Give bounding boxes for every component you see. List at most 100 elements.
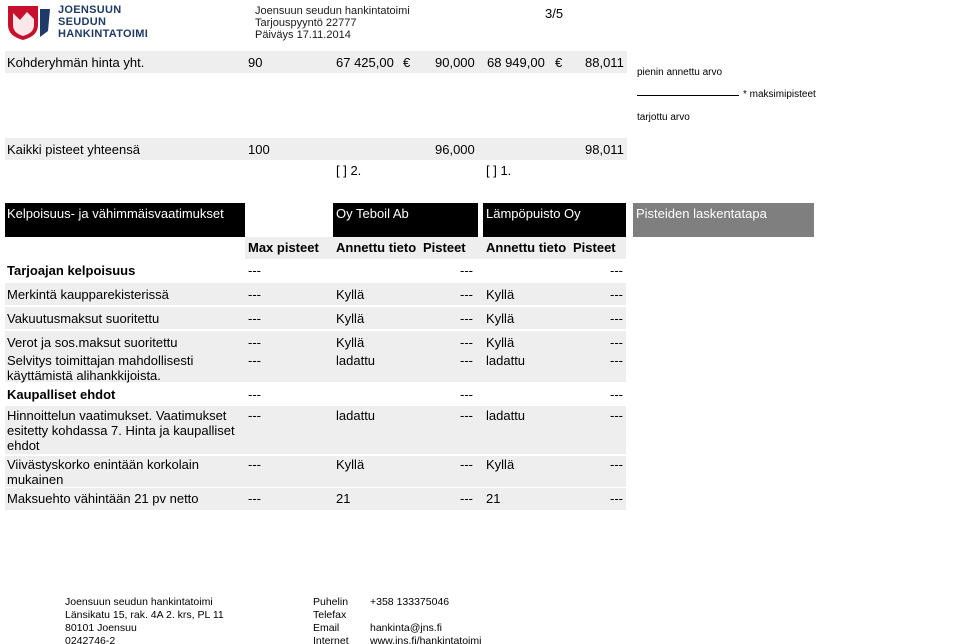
max-points-header: Max pisteet (248, 240, 319, 255)
requirement-row: Merkintä kaupparekisterissä --- Kyllä --… (5, 283, 626, 305)
requirement-max: --- (248, 491, 261, 506)
requirement-points-2: --- (610, 408, 623, 423)
total-points-1: 96,000 (435, 142, 475, 157)
footer-email-link[interactable]: hankinta@jns.fi (370, 622, 481, 635)
requirements-title: Kelpoisuus- ja vähimmäisvaatimukset (5, 203, 245, 237)
requirement-given-1: Kyllä (336, 311, 365, 326)
requirement-row: Selvitys toimittajan mahdollisesti käytt… (5, 352, 626, 383)
requirement-given-2: ladattu (486, 408, 526, 423)
logo-line-2: SEUDUN (58, 16, 107, 28)
requirement-points-1: --- (460, 457, 473, 472)
header-date: Päiväys 17.11.2014 (255, 29, 351, 41)
requirement-given-1: Kyllä (336, 335, 365, 350)
formula-multiplier: * maksimipisteet (743, 89, 816, 100)
group-price-points-1: 90,000 (435, 55, 475, 70)
supplier-2-name: Lämpöpuisto Oy (483, 203, 626, 237)
requirement-given-2: Kyllä (486, 335, 515, 350)
requirement-points-1: --- (460, 491, 473, 506)
supplier-1-name: Oy Teboil Ab (333, 203, 478, 237)
group-price-label: Kohderyhmän hinta yht. (7, 55, 145, 70)
requirement-label: Selvitys toimittajan mahdollisesti käytt… (7, 353, 194, 383)
footer-phone-value: +358 133375046 (370, 596, 450, 608)
formula-numerator: pienin annettu arvo (637, 67, 723, 78)
requirement-label: Kaupalliset ehdot (7, 387, 116, 402)
requirement-row: Hinnoittelun vaatimukset. Vaatimukset es… (5, 406, 626, 454)
requirement-row: Verot ja sos.maksut suoritettu --- Kyllä… (5, 331, 626, 353)
requirement-points-1: --- (460, 335, 473, 350)
requirement-given-2: ladattu (486, 353, 526, 368)
requirement-max: --- (248, 311, 261, 326)
footer-contact-labels: Puhelin Telefax Email Internet (313, 596, 349, 644)
footer-postal: 80101 Joensuu (65, 622, 137, 634)
requirement-given-1: Kyllä (336, 457, 365, 472)
requirement-max: --- (248, 335, 261, 350)
group-price-points-2: 88,011 (585, 55, 624, 70)
requirement-max: --- (248, 287, 261, 302)
group-price-row: Kohderyhmän hinta yht. 90 67 425,00 € 90… (5, 51, 627, 73)
requirement-points-2: --- (610, 387, 623, 402)
requirement-label: Hinnoittelun vaatimukset. Vaatimukset es… (7, 408, 235, 453)
footer-org: Joensuun seudun hankintatoimi (65, 596, 213, 608)
requirement-label: Merkintä kaupparekisterissä (7, 287, 169, 302)
scoring-method-header: Pisteiden laskentatapa (633, 203, 814, 237)
requirement-label: Viivästyskorko enintään korkolain mukain… (7, 457, 199, 487)
requirement-max: --- (248, 353, 261, 368)
requirement-points-2: --- (610, 491, 623, 506)
requirement-points-2: --- (610, 353, 623, 368)
logo-emblem (4, 3, 52, 41)
footer-contact-values: +358 133375046 hankinta@jns.fi www.jns.f… (370, 596, 481, 644)
header-org: Joensuun seudun hankintatoimi (255, 5, 410, 17)
requirement-points-2: --- (610, 287, 623, 302)
footer-street: Länsikatu 15, rak. 4A 2. krs, PL 11 (65, 609, 224, 621)
requirement-given-2: 21 (486, 491, 501, 506)
requirement-given-1: ladattu (336, 408, 376, 423)
requirement-points-1: --- (460, 287, 473, 302)
requirement-label: Tarjoajan kelpoisuus (7, 263, 136, 278)
group-price-value-2: 68 949,00 (487, 55, 545, 70)
requirement-row: Viivästyskorko enintään korkolain mukain… (5, 456, 626, 487)
requirement-row: Kaupalliset ehdot --- --- --- (5, 383, 626, 405)
requirement-given-1: ladattu (336, 353, 376, 368)
requirement-label: Maksuehto vähintään 21 pv netto (7, 491, 199, 506)
requirement-points-1: --- (460, 263, 473, 278)
points-header-1: Pisteet (423, 240, 466, 255)
total-points-row: Kaikki pisteet yhteensä 100 96,000 98,01… (5, 138, 627, 160)
requirement-points-1: --- (460, 353, 473, 368)
total-points-label: Kaikki pisteet yhteensä (7, 142, 140, 157)
requirement-row: Maksuehto vähintään 21 pv netto --- 21 -… (5, 488, 626, 510)
requirement-given-2: Kyllä (486, 287, 515, 302)
euro-sign-1: € (403, 55, 411, 70)
group-price-max: 90 (248, 55, 263, 70)
formula-fraction-line (637, 95, 739, 96)
requirement-points-1: --- (460, 387, 473, 402)
requirement-row: Tarjoajan kelpoisuus --- --- --- (5, 259, 626, 281)
requirement-max: --- (248, 263, 261, 278)
requirement-row: Vakuutusmaksut suoritettu --- Kyllä --- … (5, 307, 626, 329)
requirement-label: Vakuutusmaksut suoritettu (7, 311, 160, 326)
requirement-given-2: Kyllä (486, 311, 515, 326)
rank-supplier-1: [ ] 2. (336, 163, 362, 178)
euro-sign-2: € (555, 55, 563, 70)
requirement-max: --- (248, 387, 261, 402)
requirement-points-2: --- (610, 457, 623, 472)
footer-website-link[interactable]: www.jns.fi/hankintatoimi (370, 635, 481, 644)
requirement-max: --- (248, 457, 261, 472)
footer-fax-value (370, 609, 481, 622)
given-info-header-2: Annettu tieto (486, 240, 567, 255)
given-info-header-1: Annettu tieto (336, 240, 417, 255)
formula-denominator: tarjottu arvo (637, 112, 690, 123)
footer-address: Joensuun seudun hankintatoimi Länsikatu … (65, 596, 224, 644)
requirement-points-2: --- (610, 263, 623, 278)
logo-wordmark: JOENSUUN SEUDUN HANKINTATOIMI (58, 4, 148, 40)
rank-supplier-2: [ ] 1. (486, 163, 512, 178)
footer-phone-label: Puhelin (313, 596, 349, 608)
requirement-given-1: 21 (336, 491, 351, 506)
requirement-points-2: --- (610, 335, 623, 350)
requirement-max: --- (248, 408, 261, 423)
footer-internet-label: Internet (313, 635, 349, 644)
footer-business-id: 0242746-2 (65, 635, 116, 644)
header-offer-request: Tarjouspyyntö 22777 (255, 17, 357, 29)
logo-line-3: HANKINTATOIMI (58, 28, 149, 40)
requirement-label: Verot ja sos.maksut suoritettu (7, 335, 178, 350)
requirement-given-1: Kyllä (336, 287, 365, 302)
